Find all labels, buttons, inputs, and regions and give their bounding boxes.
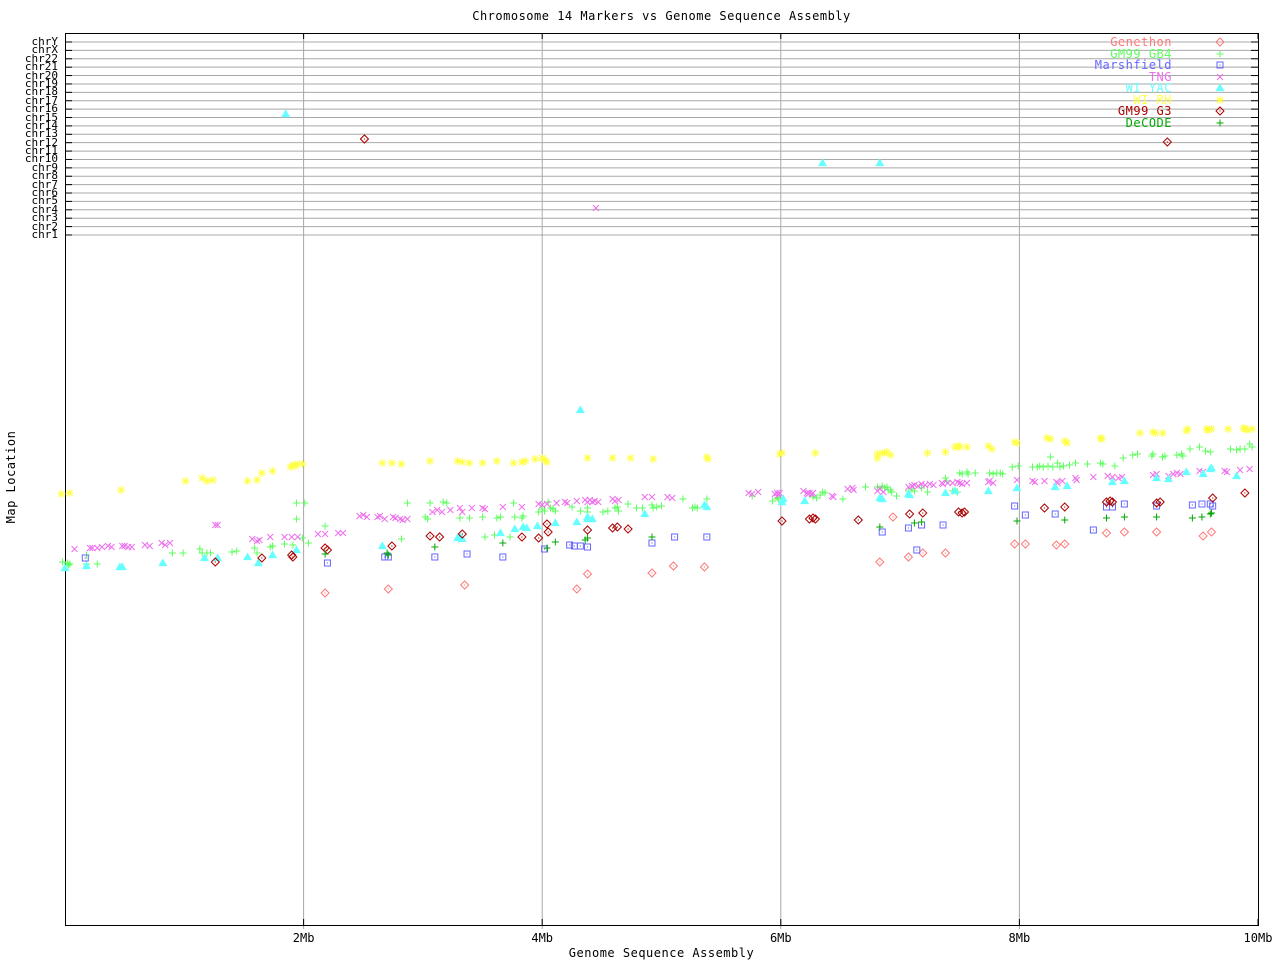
diamond-dot-legend-icon	[1215, 37, 1225, 47]
x-legend-icon	[1216, 73, 1224, 80]
series-wi-rh	[57, 424, 1257, 498]
series-gm99-g3	[210, 134, 1250, 567]
x-tick-label-2mb: 2Mb	[292, 931, 315, 945]
square-dot-legend-icon	[1216, 61, 1224, 69]
y-axis-label: Map Location	[4, 430, 18, 524]
plot-svg	[57, 33, 1259, 929]
legend-item-decode: DeCODE	[1046, 117, 1246, 129]
plot-border	[65, 33, 1259, 926]
legend-label: Marshfield	[1094, 58, 1172, 72]
series-tng	[71, 204, 1254, 553]
x-tick-label-6mb: 6Mb	[769, 931, 792, 945]
series-gm99-gb4	[59, 440, 1256, 569]
plus-legend-icon	[1216, 50, 1224, 57]
chart-screenshot: Chromosome 14 Markers vs Genome Sequence…	[0, 0, 1280, 960]
x-axis-label: Genome Sequence Assembly	[568, 946, 755, 960]
series-genethon	[320, 134, 1217, 598]
legend-label: DeCODE	[1125, 115, 1172, 130]
triangle-legend-icon	[1215, 83, 1225, 92]
x-tick-label-8mb: 8Mb	[1008, 931, 1031, 945]
legend-item-marshfield: Marshfield	[1046, 59, 1246, 71]
chr-tick-label-chr1: chr1	[31, 227, 59, 241]
series-decode	[321, 509, 1215, 559]
asterisk-legend-icon	[1216, 95, 1224, 104]
series-wi-yac	[60, 109, 1241, 572]
x-tick-label-10mb: 10Mb	[1243, 931, 1273, 945]
diamond-dot-legend-icon	[1215, 106, 1225, 116]
plus-legend-icon	[1216, 119, 1224, 126]
x-tick-label-4mb: 4Mb	[531, 931, 554, 945]
